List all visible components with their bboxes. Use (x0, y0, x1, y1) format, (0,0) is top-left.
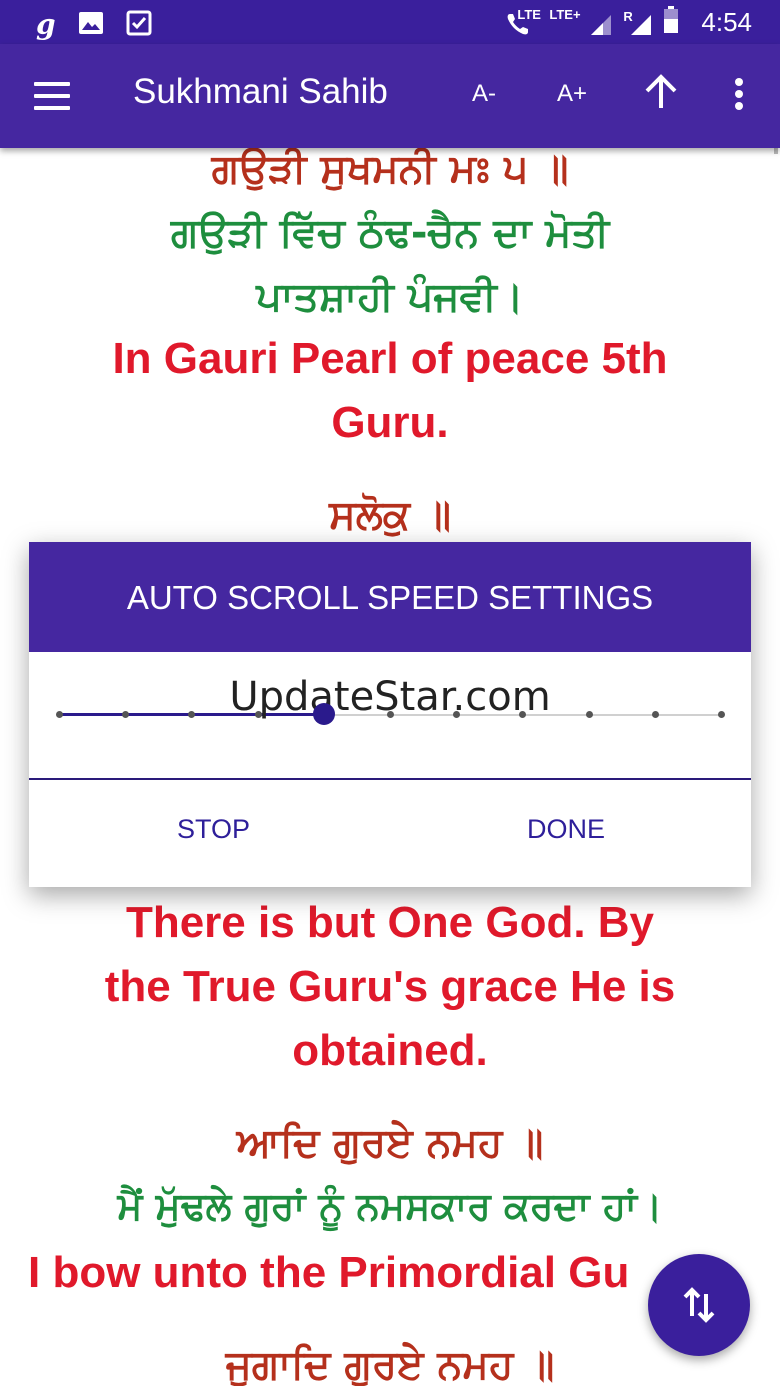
slider-tick (585, 711, 593, 718)
verse-line: ਗਉੜੀ ਵਿੱਚ ਠੰਢ-ਚੈਨ ਦਾ ਮੋਤੀ (170, 210, 610, 256)
verse-line: ਗਉੜੀ ਸੁਖਮਨੀ ਮਃ ੫ ॥ (211, 148, 569, 192)
scroll-up-icon[interactable] (644, 74, 678, 114)
image-icon (78, 11, 104, 39)
signal-roaming-icon: R (623, 7, 653, 37)
verse-line: the True Guru's grace He is (104, 962, 676, 1011)
slider-tick (387, 711, 394, 718)
lte-label: LTE (517, 7, 541, 22)
verse-line: ਸਲੋਕੁ ॥ (329, 492, 451, 538)
wifi-call-icon: LTE (505, 7, 541, 37)
dialog-title: AUTO SCROLL SPEED SETTINGS (29, 542, 751, 652)
verse-line: Guru. (331, 398, 449, 447)
slider-tick (56, 711, 63, 718)
swap-vert-icon[interactable] (648, 1254, 750, 1356)
slider-tick (651, 711, 659, 718)
signal-icon: LTE+ (549, 7, 613, 37)
verse-line: ਆਦਿ ਗੁਰਏ ਨਮਹ ॥ (236, 1120, 544, 1166)
status-bar: g LTE LTE+ R 4:54 (0, 0, 780, 44)
menu-icon[interactable] (34, 82, 70, 110)
font-increase-button[interactable]: A+ (557, 80, 587, 108)
scrollbar[interactable] (774, 148, 778, 154)
verse-line: In Gauri Pearl of peace 5th (112, 334, 668, 383)
verse-line: There is but One God. By (125, 898, 655, 947)
dialog-actions: STOP DONE (29, 780, 751, 887)
more-vert-icon[interactable] (735, 78, 743, 114)
slider-thumb[interactable] (312, 703, 335, 725)
goibibo-icon: g (36, 8, 56, 41)
speed-slider[interactable]: UpdateStar.com (29, 652, 751, 780)
lte-plus-label: LTE+ (549, 7, 581, 22)
slider-tick (718, 711, 725, 718)
auto-scroll-speed-dialog: AUTO SCROLL SPEED SETTINGS UpdateStar.co… (29, 542, 751, 887)
checkbox-icon (126, 10, 152, 40)
verse-line: ਪਾਤਸ਼ਾਹੀ ਪੰਜਵੀ। (256, 274, 524, 320)
done-button[interactable]: DONE (527, 814, 605, 845)
clock: 4:54 (701, 6, 752, 37)
app-bar: Sukhmani Sahib A- A+ (0, 44, 780, 148)
battery-icon (663, 6, 679, 38)
slider-tick (254, 711, 262, 718)
app-title: Sukhmani Sahib (133, 72, 388, 111)
verse-line: obtained. (292, 1026, 488, 1075)
stop-button[interactable]: STOP (177, 814, 250, 845)
verse-line: ਮੈਂ ਮੁੱਢਲੇ ਗੁਰਾਂ ਨੂੰ ਨਮਸਕਾਰ ਕਰਦਾ ਹਾਂ। (117, 1184, 663, 1228)
font-decrease-button[interactable]: A- (472, 80, 496, 108)
